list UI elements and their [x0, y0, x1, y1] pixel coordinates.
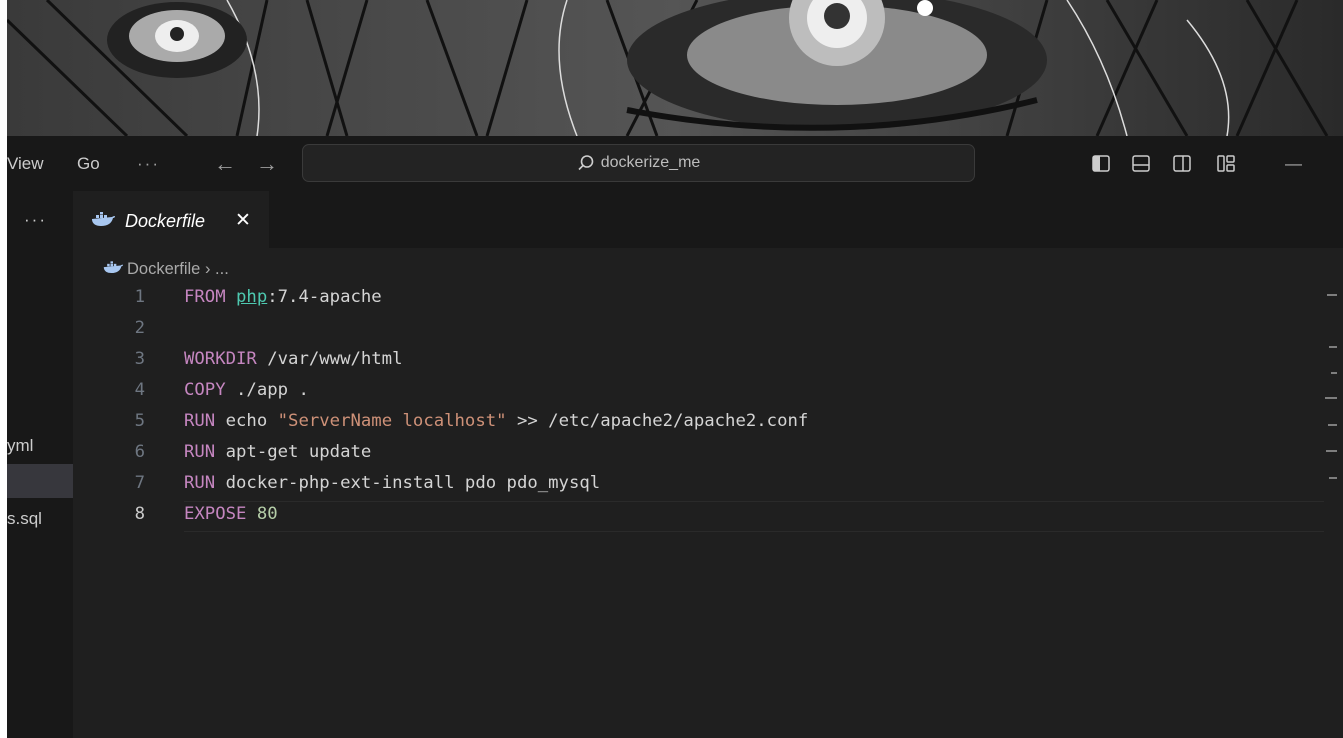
toggle-panel-icon[interactable]: [1132, 155, 1150, 172]
tab-label: Dockerfile: [125, 211, 206, 231]
breadcrumb-file[interactable]: Dockerfile: [127, 260, 200, 278]
search-icon: [578, 154, 593, 170]
code-token: EXPOSE: [184, 504, 257, 524]
code-line[interactable]: 4 COPY ./app .: [73, 375, 1323, 406]
explorer-selected-row[interactable]: [7, 464, 73, 498]
code-line[interactable]: 1 FROM php:7.4-apache: [73, 282, 1323, 313]
code-text: RUN apt-get update: [184, 437, 371, 468]
explorer-file-sql[interactable]: s.sql: [7, 509, 42, 529]
customize-layout-icon[interactable]: [1217, 155, 1235, 172]
search-text: dockerize_me: [600, 154, 701, 171]
code-token: docker-php-ext-install pdo pdo_mysql: [225, 473, 601, 493]
code-token: :7.4-apache: [267, 287, 382, 307]
tab-bar: Dockerfile ✕: [73, 191, 1343, 248]
code-line[interactable]: 8 EXPOSE 80: [73, 499, 1323, 530]
tab-dockerfile[interactable]: Dockerfile ✕: [73, 191, 269, 248]
line-number: 6: [134, 442, 145, 462]
code-editor[interactable]: 1 FROM php:7.4-apache 2 3 WORKDIR /var/www/h…: [73, 282, 1343, 738]
code-token: COPY: [184, 380, 237, 400]
code-text: COPY ./app .: [184, 375, 309, 406]
code-token: RUN: [184, 442, 226, 462]
line-number: 1: [134, 287, 145, 307]
code-token: apt-get update: [225, 442, 372, 462]
banner-artwork: [7, 0, 1343, 136]
code-line[interactable]: 2: [73, 313, 1323, 344]
code-text: EXPOSE 80: [184, 499, 278, 530]
docker-icon: [92, 212, 115, 226]
minimap-line: [1328, 424, 1337, 426]
breadcrumb-symbols[interactable]: ...: [215, 260, 229, 278]
line-number: 2: [134, 318, 145, 338]
back-arrow-icon[interactable]: ←: [214, 136, 236, 191]
code-text: RUN docker-php-ext-install pdo pdo_mysql: [184, 468, 600, 499]
menu-more[interactable]: ···: [137, 136, 160, 191]
code-text: FROM php:7.4-apache: [184, 282, 382, 313]
code-token: FROM: [184, 287, 237, 307]
code-token: ./app .: [236, 380, 309, 400]
explorer-sidebar: ··· yml s.sql: [7, 191, 73, 738]
code-text: WORKDIR /var/www/html: [184, 344, 403, 375]
toggle-primary-sidebar-icon[interactable]: [1092, 155, 1110, 172]
explorer-file-yml[interactable]: yml: [7, 436, 33, 456]
forward-arrow-icon[interactable]: →: [256, 136, 278, 191]
code-line[interactable]: 5 RUN echo "ServerName localhost" >> /etc…: [73, 406, 1323, 437]
line-number: 5: [134, 411, 145, 431]
code-token: >> /etc/apache2/apache2.conf: [506, 411, 809, 431]
code-line[interactable]: 6 RUN apt-get update: [73, 437, 1323, 468]
line-number: 3: [134, 349, 145, 369]
code-line[interactable]: 7 RUN docker-php-ext-install pdo pdo_mysq…: [73, 468, 1323, 499]
minimap-line: [1331, 372, 1337, 374]
code-line[interactable]: 3 WORKDIR /var/www/html: [73, 344, 1323, 375]
code-token: RUN: [184, 473, 226, 493]
code-token: WORKDIR: [184, 349, 268, 369]
toggle-secondary-sidebar-icon[interactable]: [1173, 155, 1191, 172]
minimize-button[interactable]: —: [1285, 136, 1302, 191]
line-number: 4: [134, 380, 145, 400]
code-token: php: [236, 287, 268, 307]
title-bar: View Go ··· ← → dockerize_me —: [7, 136, 1343, 191]
menu-go[interactable]: Go: [77, 136, 100, 191]
line-number: 7: [134, 473, 145, 493]
breadcrumb: Dockerfile › ...: [103, 257, 229, 281]
code-text: RUN echo "ServerName localhost" >> /etc/…: [184, 406, 808, 437]
minimap-line: [1327, 294, 1337, 296]
line-number: 8: [134, 504, 145, 524]
code-token: /var/www/html: [267, 349, 403, 369]
minimap-line: [1326, 450, 1337, 452]
code-token: "ServerName localhost": [277, 411, 507, 431]
explorer-more-actions[interactable]: ···: [24, 210, 47, 230]
minimap-line: [1325, 397, 1337, 399]
minimap-line: [1329, 346, 1337, 348]
docker-icon: [103, 260, 123, 273]
editor-window: View Go ··· ← → dockerize_me — ··· yml s…: [7, 0, 1343, 738]
command-center-search[interactable]: dockerize_me: [302, 144, 975, 182]
breadcrumb-separator: ›: [204, 260, 211, 278]
code-token: echo: [225, 411, 278, 431]
code-token: RUN: [184, 411, 226, 431]
code-token: 80: [256, 504, 278, 524]
close-icon[interactable]: ✕: [235, 191, 251, 251]
minimap-line: [1329, 477, 1337, 479]
menu-view[interactable]: View: [7, 136, 44, 191]
